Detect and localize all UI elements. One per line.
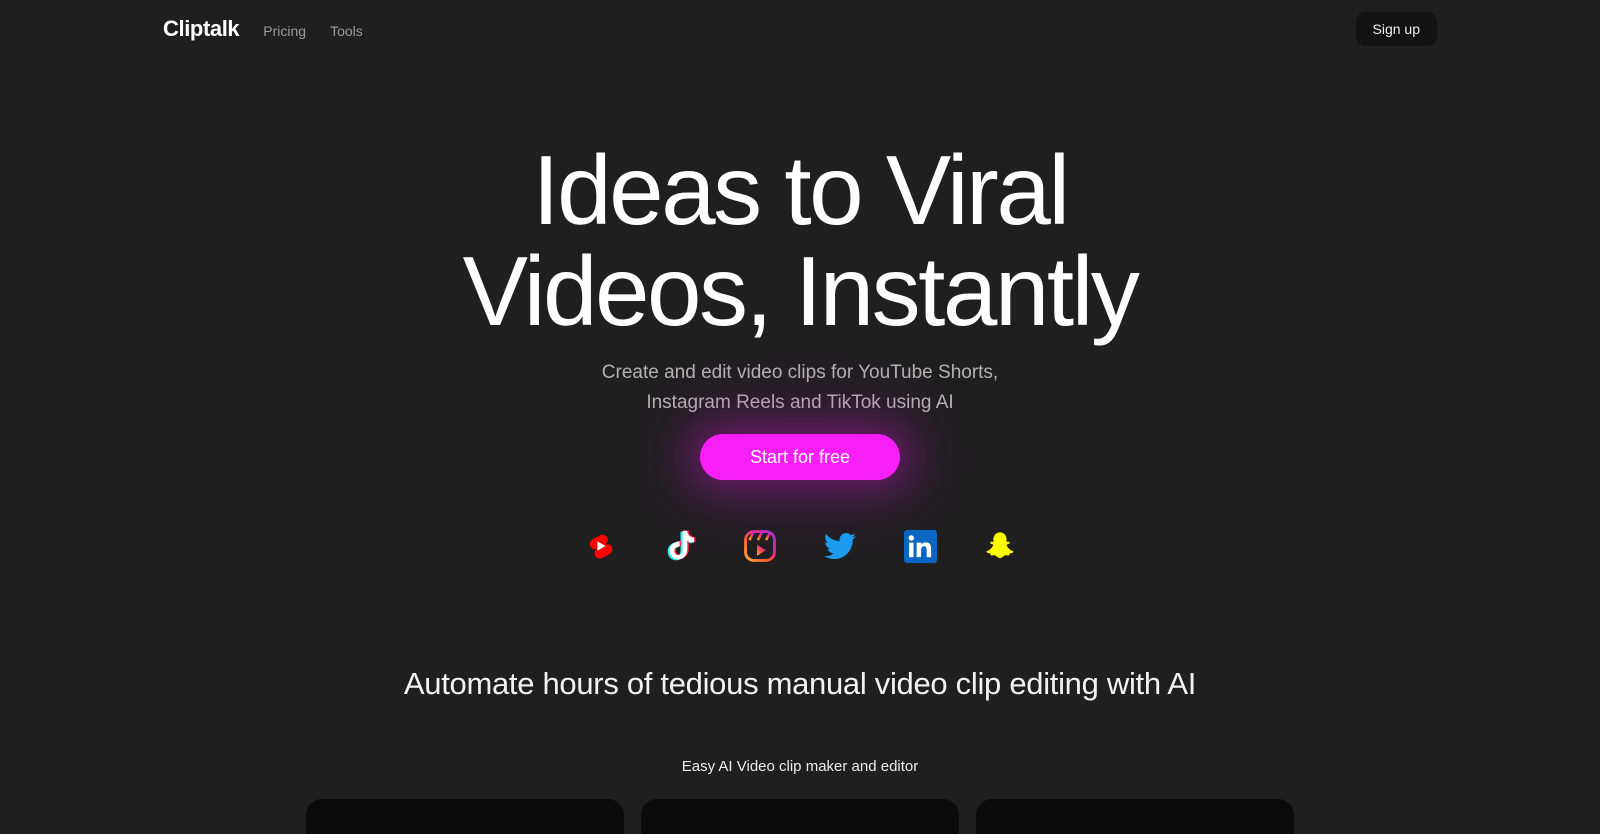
instagram-reels-icon[interactable] xyxy=(741,527,779,565)
headline-line-1: Ideas to Viral xyxy=(532,135,1070,245)
site-header: Cliptalk Pricing Tools Sign up xyxy=(0,0,1600,58)
features-title: Automate hours of tedious manual video c… xyxy=(403,666,1197,701)
headline-line-2: Videos, Instantly xyxy=(462,235,1140,346)
social-platform-list xyxy=(0,527,1600,565)
feature-card-list xyxy=(306,799,1294,834)
header-left-group: Cliptalk Pricing Tools xyxy=(163,18,363,40)
subtitle-line-1: Create and edit video clips for YouTube … xyxy=(601,362,999,383)
feature-card-2[interactable] xyxy=(641,799,959,834)
youtube-shorts-icon[interactable] xyxy=(581,527,619,565)
cta-container: Start for free xyxy=(0,434,1600,480)
start-for-free-button[interactable]: Start for free xyxy=(700,434,900,480)
subtitle-line-2: Instagram Reels and TikTok using AI xyxy=(646,392,954,414)
linkedin-icon[interactable] xyxy=(901,527,939,565)
nav-link-tools[interactable]: Tools xyxy=(330,24,363,38)
feature-card-1[interactable] xyxy=(306,799,624,834)
feature-card-3[interactable] xyxy=(976,799,1294,834)
site-logo[interactable]: Cliptalk xyxy=(163,18,240,40)
main-nav: Pricing Tools xyxy=(263,24,362,38)
page-title: Ideas to Viral Videos, Instantly xyxy=(0,140,1600,342)
sign-up-button[interactable]: Sign up xyxy=(1355,11,1437,47)
header-right-group: Sign up xyxy=(1355,11,1437,47)
landing-page: Cliptalk Pricing Tools Sign up Ideas to … xyxy=(0,0,1600,834)
features-subtitle: Easy AI Video clip maker and editor xyxy=(681,758,919,775)
twitter-icon[interactable] xyxy=(821,527,859,565)
tiktok-icon[interactable] xyxy=(661,527,699,565)
snapchat-icon[interactable] xyxy=(981,527,1019,565)
nav-link-pricing[interactable]: Pricing xyxy=(263,24,306,38)
hero-subtitle: Create and edit video clips for YouTube … xyxy=(0,358,1600,418)
